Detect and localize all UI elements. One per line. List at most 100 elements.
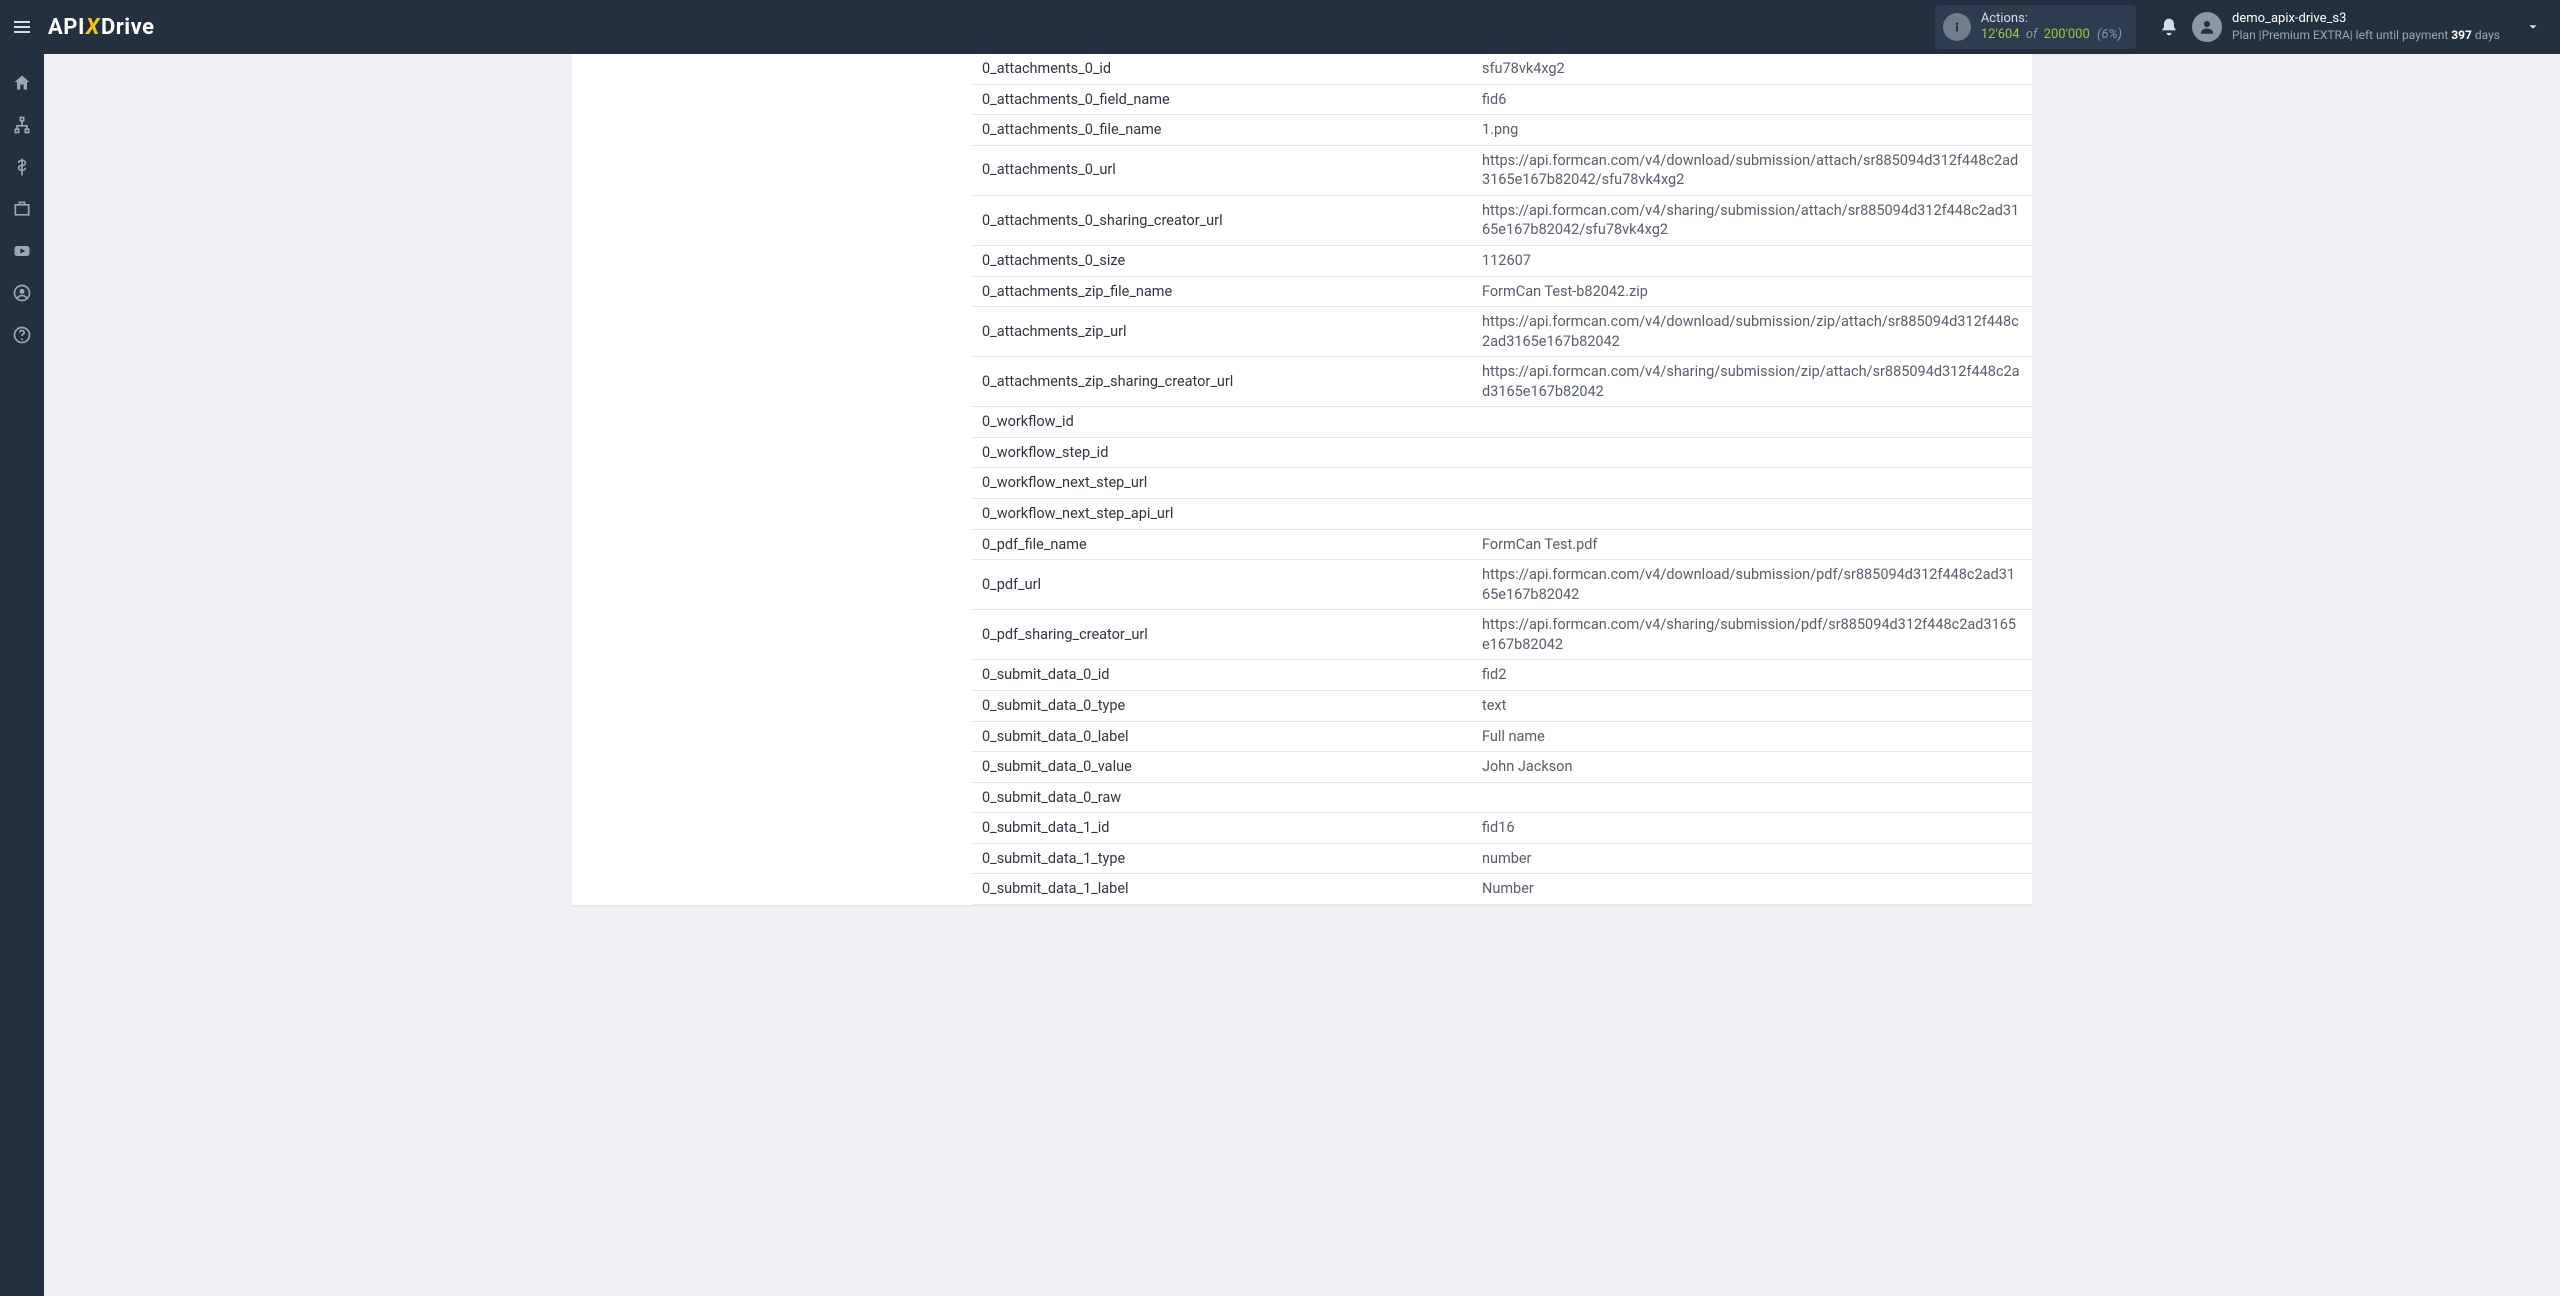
table-row: 0_submit_data_0_raw — [972, 782, 2032, 813]
row-key: 0_pdf_url — [972, 560, 1472, 610]
briefcase-icon — [12, 199, 32, 219]
row-value: John Jackson — [1472, 752, 2032, 783]
table-row: 0_submit_data_1_typenumber — [972, 843, 2032, 874]
table-row: 0_submit_data_0_valueJohn Jackson — [972, 752, 2032, 783]
row-key: 0_submit_data_0_value — [972, 752, 1472, 783]
info-icon — [1943, 13, 1971, 41]
sidebar-item-connections[interactable] — [0, 106, 44, 144]
main-content[interactable]: 0_attachments_0_idsfu78vk4xg20_attachmen… — [44, 54, 2560, 1296]
row-value: fid16 — [1472, 813, 2032, 844]
bell-icon — [2159, 17, 2179, 37]
brand-drive: Drive — [101, 15, 155, 40]
actions-values: 12'604 of 200'000 (6%) — [1981, 27, 2122, 43]
user-plan: Plan |Premium EXTRA| left until payment … — [2232, 28, 2500, 43]
user-avatar[interactable] — [2188, 8, 2226, 46]
chevron-down-icon — [2526, 20, 2540, 34]
table-row: 0_workflow_id — [972, 407, 2032, 438]
user-icon — [2198, 18, 2216, 36]
user-circle-icon — [12, 283, 32, 303]
table-row: 0_attachments_zip_sharing_creator_urlhtt… — [972, 357, 2032, 407]
table-row: 0_workflow_next_step_url — [972, 468, 2032, 499]
row-key: 0_pdf_file_name — [972, 529, 1472, 560]
menu-toggle[interactable] — [0, 0, 44, 54]
row-key: 0_attachments_0_id — [972, 54, 1472, 84]
row-value: FormCan Test-b82042.zip — [1472, 276, 2032, 307]
row-value: FormCan Test.pdf — [1472, 529, 2032, 560]
row-value: fid6 — [1472, 84, 2032, 115]
home-icon — [12, 73, 32, 93]
row-value — [1472, 407, 2032, 438]
row-key: 0_attachments_0_sharing_creator_url — [972, 195, 1472, 245]
dollar-icon — [12, 157, 32, 177]
user-name: demo_apix-drive_s3 — [2232, 11, 2500, 27]
table-row: 0_attachments_zip_urlhttps://api.formcan… — [972, 307, 2032, 357]
row-key: 0_attachments_0_size — [972, 245, 1472, 276]
row-value: Number — [1472, 874, 2032, 905]
row-key: 0_workflow_next_step_url — [972, 468, 1472, 499]
actions-summary[interactable]: Actions: 12'604 of 200'000 (6%) — [1935, 5, 2136, 48]
sidebar — [0, 54, 44, 1296]
brand-api: API — [48, 15, 85, 40]
row-value: sfu78vk4xg2 — [1472, 54, 2032, 84]
row-value: Full name — [1472, 721, 2032, 752]
brand-logo[interactable]: API X Drive — [48, 15, 155, 40]
row-key: 0_attachments_0_url — [972, 145, 1472, 195]
row-key: 0_attachments_zip_file_name — [972, 276, 1472, 307]
row-key: 0_workflow_step_id — [972, 437, 1472, 468]
row-value: 1.png — [1472, 115, 2032, 146]
table-row: 0_pdf_urlhttps://api.formcan.com/v4/down… — [972, 560, 2032, 610]
sidebar-item-account[interactable] — [0, 274, 44, 312]
row-key: 0_submit_data_0_id — [972, 660, 1472, 691]
table-row: 0_submit_data_0_labelFull name — [972, 721, 2032, 752]
table-row: 0_attachments_0_sharing_creator_urlhttps… — [972, 195, 2032, 245]
table-row: 0_attachments_0_idsfu78vk4xg2 — [972, 54, 2032, 84]
row-value: https://api.formcan.com/v4/sharing/submi… — [1472, 610, 2032, 660]
table-row: 0_attachments_0_file_name1.png — [972, 115, 2032, 146]
sidebar-item-billing[interactable] — [0, 148, 44, 186]
card-left-gutter — [572, 54, 972, 905]
sidebar-item-home[interactable] — [0, 64, 44, 102]
table-row: 0_attachments_0_size112607 — [972, 245, 2032, 276]
row-value: https://api.formcan.com/v4/sharing/submi… — [1472, 195, 2032, 245]
row-value: fid2 — [1472, 660, 2032, 691]
row-value: 112607 — [1472, 245, 2032, 276]
row-key: 0_attachments_0_file_name — [972, 115, 1472, 146]
table-row: 0_submit_data_0_idfid2 — [972, 660, 2032, 691]
row-key: 0_pdf_sharing_creator_url — [972, 610, 1472, 660]
table-row: 0_submit_data_0_typetext — [972, 690, 2032, 721]
table-row: 0_submit_data_1_idfid16 — [972, 813, 2032, 844]
row-key: 0_submit_data_0_type — [972, 690, 1472, 721]
row-key: 0_workflow_id — [972, 407, 1472, 438]
table-row: 0_workflow_next_step_api_url — [972, 499, 2032, 530]
row-key: 0_submit_data_1_type — [972, 843, 1472, 874]
row-key: 0_submit_data_1_label — [972, 874, 1472, 905]
row-value: https://api.formcan.com/v4/download/subm… — [1472, 560, 2032, 610]
row-key: 0_attachments_zip_sharing_creator_url — [972, 357, 1472, 407]
table-row: 0_workflow_step_id — [972, 437, 2032, 468]
topbar: API X Drive Actions: 12'604 of 200'000 (… — [0, 0, 2560, 54]
sidebar-item-work[interactable] — [0, 190, 44, 228]
notifications-button[interactable] — [2150, 8, 2188, 46]
row-value: number — [1472, 843, 2032, 874]
table-row: 0_pdf_file_nameFormCan Test.pdf — [972, 529, 2032, 560]
row-value — [1472, 468, 2032, 499]
row-value: text — [1472, 690, 2032, 721]
question-icon — [12, 325, 32, 345]
sidebar-item-videos[interactable] — [0, 232, 44, 270]
row-value: https://api.formcan.com/v4/download/subm… — [1472, 145, 2032, 195]
user-menu-toggle[interactable] — [2518, 20, 2548, 34]
sitemap-icon — [12, 115, 32, 135]
user-block[interactable]: demo_apix-drive_s3 Plan |Premium EXTRA| … — [2232, 11, 2500, 42]
row-value: https://api.formcan.com/v4/download/subm… — [1472, 307, 2032, 357]
table-row: 0_submit_data_1_labelNumber — [972, 874, 2032, 905]
row-key: 0_submit_data_0_label — [972, 721, 1472, 752]
brand-x: X — [86, 15, 100, 40]
row-value — [1472, 782, 2032, 813]
table-row: 0_pdf_sharing_creator_urlhttps://api.for… — [972, 610, 2032, 660]
row-key: 0_submit_data_0_raw — [972, 782, 1472, 813]
row-value — [1472, 499, 2032, 530]
sidebar-item-help[interactable] — [0, 316, 44, 354]
data-card: 0_attachments_0_idsfu78vk4xg20_attachmen… — [572, 54, 2032, 905]
table-row: 0_attachments_zip_file_nameFormCan Test-… — [972, 276, 2032, 307]
actions-label: Actions: — [1981, 11, 2122, 27]
